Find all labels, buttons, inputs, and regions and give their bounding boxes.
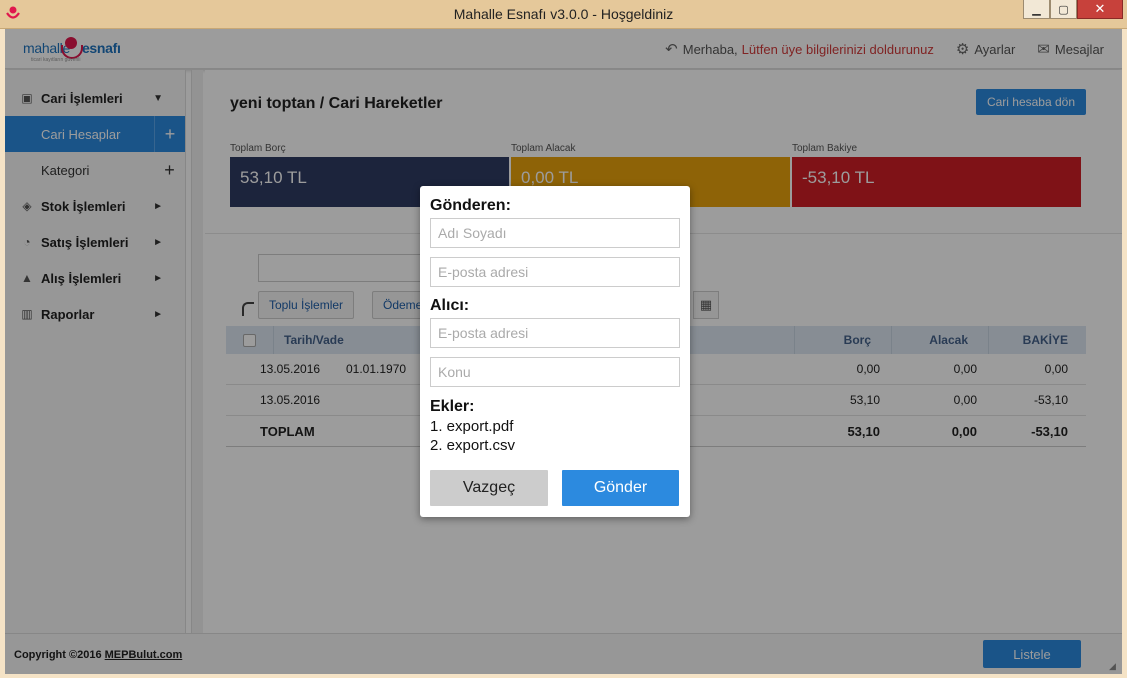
- send-button[interactable]: Gönder: [562, 470, 679, 506]
- subject-input[interactable]: [430, 357, 680, 387]
- attachments-heading: Ekler:: [430, 398, 475, 415]
- app-client-area: mahalle esnafı ticari kayıtların güvenli …: [5, 29, 1122, 674]
- sender-heading: Gönderen:: [430, 197, 511, 214]
- recipient-email-input[interactable]: [430, 318, 680, 348]
- recipient-heading: Alıcı:: [430, 297, 470, 314]
- attachment-item: 1. export.pdf: [430, 418, 514, 435]
- window-title: Mahalle Esnafı v3.0.0 - Hoşgeldiniz: [453, 6, 674, 22]
- minimize-button[interactable]: ▁: [1023, 0, 1050, 19]
- maximize-button[interactable]: ▢: [1050, 0, 1077, 19]
- window-titlebar: Mahalle Esnafı v3.0.0 - Hoşgeldiniz ▁ ▢ …: [0, 0, 1127, 29]
- send-email-dialog: Gönderen: Alıcı: Ekler: 1. export.pdf 2.…: [420, 186, 690, 517]
- cancel-button[interactable]: Vazgeç: [430, 470, 548, 506]
- sender-name-input[interactable]: [430, 218, 680, 248]
- attachment-item: 2. export.csv: [430, 437, 516, 454]
- close-button[interactable]: ✕: [1077, 0, 1123, 19]
- sender-email-input[interactable]: [430, 257, 680, 287]
